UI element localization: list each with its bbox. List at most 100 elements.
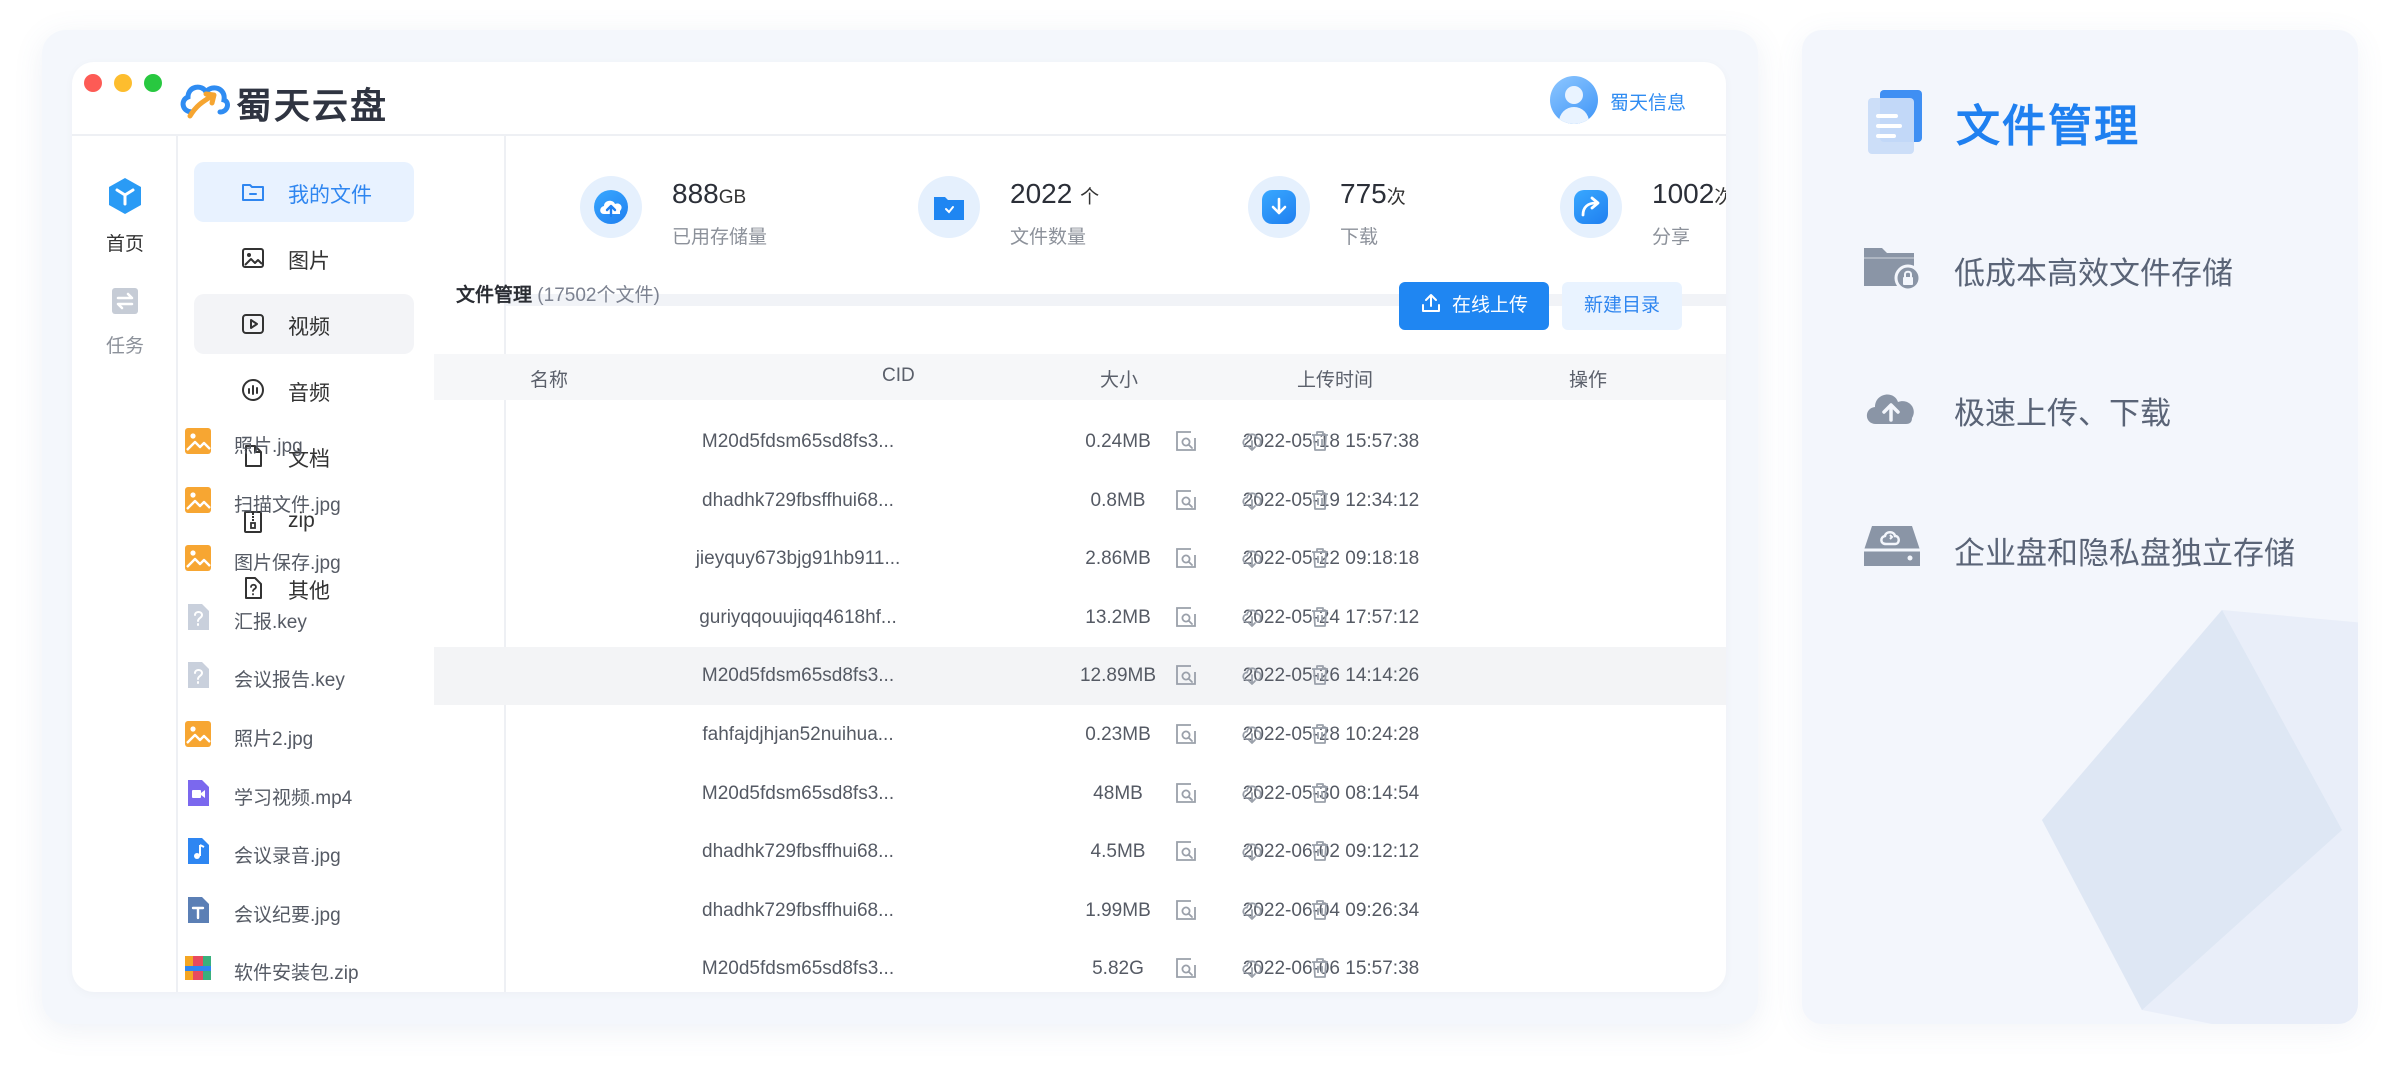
- sidebar-item-audio[interactable]: 音频: [194, 360, 414, 420]
- file-name[interactable]: 照片.jpg: [234, 431, 303, 458]
- download-button[interactable]: [1240, 781, 1264, 805]
- file-size: 0.24MB: [1085, 431, 1151, 452]
- minimize-window-button[interactable]: [114, 74, 132, 92]
- download-button[interactable]: [1240, 898, 1264, 922]
- file-name[interactable]: 扫描文件.jpg: [234, 490, 341, 517]
- stat-value: 1002: [1652, 178, 1715, 209]
- file-name[interactable]: 学习视频.mp4: [234, 783, 352, 810]
- preview-button[interactable]: [1174, 722, 1198, 746]
- folder-icon: [242, 184, 264, 201]
- column-header-size[interactable]: 大小: [1100, 365, 1138, 392]
- preview-button[interactable]: [1174, 546, 1198, 570]
- feature-item: 企业盘和隐私盘独立存储: [1862, 522, 2342, 577]
- download-button[interactable]: [1240, 429, 1264, 453]
- user-name[interactable]: 蜀天信息: [1610, 88, 1686, 115]
- download-icon: [1240, 839, 1264, 863]
- file-size: 4.5MB: [1090, 841, 1146, 863]
- feature-item: 极速上传、下载: [1862, 382, 2342, 437]
- rail-label-home: 首页: [105, 234, 144, 255]
- table-row[interactable]: 扫描文件.jpg dhadhk729fbsffhui68... 0.8MB 2022-…: [72, 472, 1726, 530]
- table-header: 名称 CID 大小 上传时间 操作: [434, 354, 1726, 400]
- file-name[interactable]: 会议录音.jpg: [234, 841, 341, 868]
- column-header-name[interactable]: 名称: [530, 365, 568, 392]
- delete-icon: [1308, 488, 1332, 512]
- preview-button[interactable]: [1174, 898, 1198, 922]
- file-cid: dhadhk729fbsffhui68...: [702, 899, 894, 921]
- file-size: 0.8MB: [1090, 489, 1146, 511]
- download-icon: [1240, 781, 1264, 805]
- download-button[interactable]: [1240, 722, 1264, 746]
- stat-unit: 次: [1386, 187, 1406, 208]
- new-directory-button[interactable]: 新建目录: [1562, 282, 1682, 330]
- preview-button[interactable]: [1174, 781, 1198, 805]
- table-row[interactable]: 照片2.jpg fahfajdjhjan52nuihua... 0.23MB 2022…: [72, 706, 1726, 764]
- maximize-window-button[interactable]: [144, 74, 162, 92]
- stat-label: 已用存储量: [672, 227, 768, 248]
- sidebar-item-my-files[interactable]: 我的文件: [194, 162, 414, 222]
- delete-button[interactable]: [1308, 488, 1332, 512]
- close-window-button[interactable]: [84, 74, 102, 92]
- delete-button[interactable]: [1308, 898, 1332, 922]
- table-row[interactable]: 学习视频.mp4 M20d5fdsm65sd8fs3... 48MB 2022-05-…: [72, 765, 1726, 823]
- download-button[interactable]: [1240, 546, 1264, 570]
- delete-button[interactable]: [1308, 429, 1332, 453]
- file-cid: M20d5fdsm65sd8fs3...: [701, 665, 895, 687]
- cloud-upload-icon: [1866, 394, 1914, 424]
- download-icon: [1240, 956, 1264, 980]
- file-name[interactable]: 图片保存.jpg: [234, 548, 341, 575]
- table-row[interactable]: 照片.jpg M20d5fdsm65sd8fs3... 0.24MB 2022-05-…: [72, 413, 1726, 471]
- column-header-cid[interactable]: CID: [882, 365, 915, 387]
- feature-label: 企业盘和隐私盘独立存储: [1954, 536, 2295, 571]
- file-name[interactable]: 软件安装包.zip: [234, 958, 359, 985]
- file-name[interactable]: 照片2.jpg: [234, 724, 313, 751]
- rail-item-tasks[interactable]: 任务: [72, 284, 178, 358]
- preview-button[interactable]: [1174, 429, 1198, 453]
- file-name[interactable]: 汇报.key: [234, 607, 307, 634]
- delete-button[interactable]: [1308, 956, 1332, 980]
- stat-value: 775: [1340, 178, 1387, 209]
- panel-title: 文件管理: [1956, 102, 2140, 151]
- delete-button[interactable]: [1308, 839, 1332, 863]
- upload-icon: [1421, 294, 1440, 312]
- download-button[interactable]: [1240, 605, 1264, 629]
- download-button[interactable]: [1240, 663, 1264, 687]
- sidebar-item-label: 我的文件: [288, 184, 372, 207]
- table-row[interactable]: 会议纪要.jpg dhadhk729fbsffhui68... 1.99MB 2022…: [72, 882, 1726, 940]
- sidebar-item-images[interactable]: 图片: [194, 228, 414, 288]
- delete-button[interactable]: [1308, 546, 1332, 570]
- preview-button[interactable]: [1174, 663, 1198, 687]
- delete-button[interactable]: [1308, 781, 1332, 805]
- delete-icon: [1308, 663, 1332, 687]
- rail-item-home[interactable]: 首页: [72, 176, 178, 256]
- home-cube-icon: [109, 178, 141, 214]
- file-name[interactable]: 会议报告.key: [234, 665, 345, 692]
- folder-icon: [934, 197, 964, 220]
- delete-button[interactable]: [1308, 663, 1332, 687]
- stat-label: 文件数量: [1010, 227, 1087, 248]
- upload-button[interactable]: 在线上传: [1399, 282, 1549, 330]
- column-header-upload-time[interactable]: 上传时间: [1297, 365, 1373, 392]
- preview-button[interactable]: [1174, 839, 1198, 863]
- feature-item: 低成本高效文件存储: [1862, 242, 2342, 297]
- delete-button[interactable]: [1308, 722, 1332, 746]
- download-button[interactable]: [1240, 488, 1264, 512]
- table-row[interactable]: 会议报告.key M20d5fdsm65sd8fs3... 12.89MB 2022-…: [72, 647, 1726, 706]
- download-button[interactable]: [1240, 839, 1264, 863]
- download-icon: [1240, 429, 1264, 453]
- delete-icon: [1308, 429, 1332, 453]
- sidebar-item-videos[interactable]: 视频: [194, 294, 414, 354]
- preview-button[interactable]: [1174, 956, 1198, 980]
- preview-button[interactable]: [1174, 488, 1198, 512]
- table-row[interactable]: 汇报.key guriyqqouujiqq4618hf... 13.2MB 2022-…: [72, 589, 1726, 647]
- download-button[interactable]: [1240, 956, 1264, 980]
- file-name[interactable]: 会议纪要.jpg: [234, 900, 341, 927]
- unknown-file-icon: [184, 603, 212, 631]
- delete-icon: [1308, 546, 1332, 570]
- avatar[interactable]: [1550, 76, 1598, 124]
- table-row[interactable]: 软件安装包.zip M20d5fdsm65sd8fs3... 5.82G 2022-0…: [72, 940, 1726, 992]
- table-row[interactable]: 图片保存.jpg jieyquy673bjg91hb911... 2.86MB 202…: [72, 530, 1726, 588]
- delete-button[interactable]: [1308, 605, 1332, 629]
- feature-label: 极速上传、下载: [1954, 396, 2171, 431]
- table-row[interactable]: 会议录音.jpg dhadhk729fbsffhui68... 4.5MB 2022-…: [72, 823, 1726, 881]
- preview-button[interactable]: [1174, 605, 1198, 629]
